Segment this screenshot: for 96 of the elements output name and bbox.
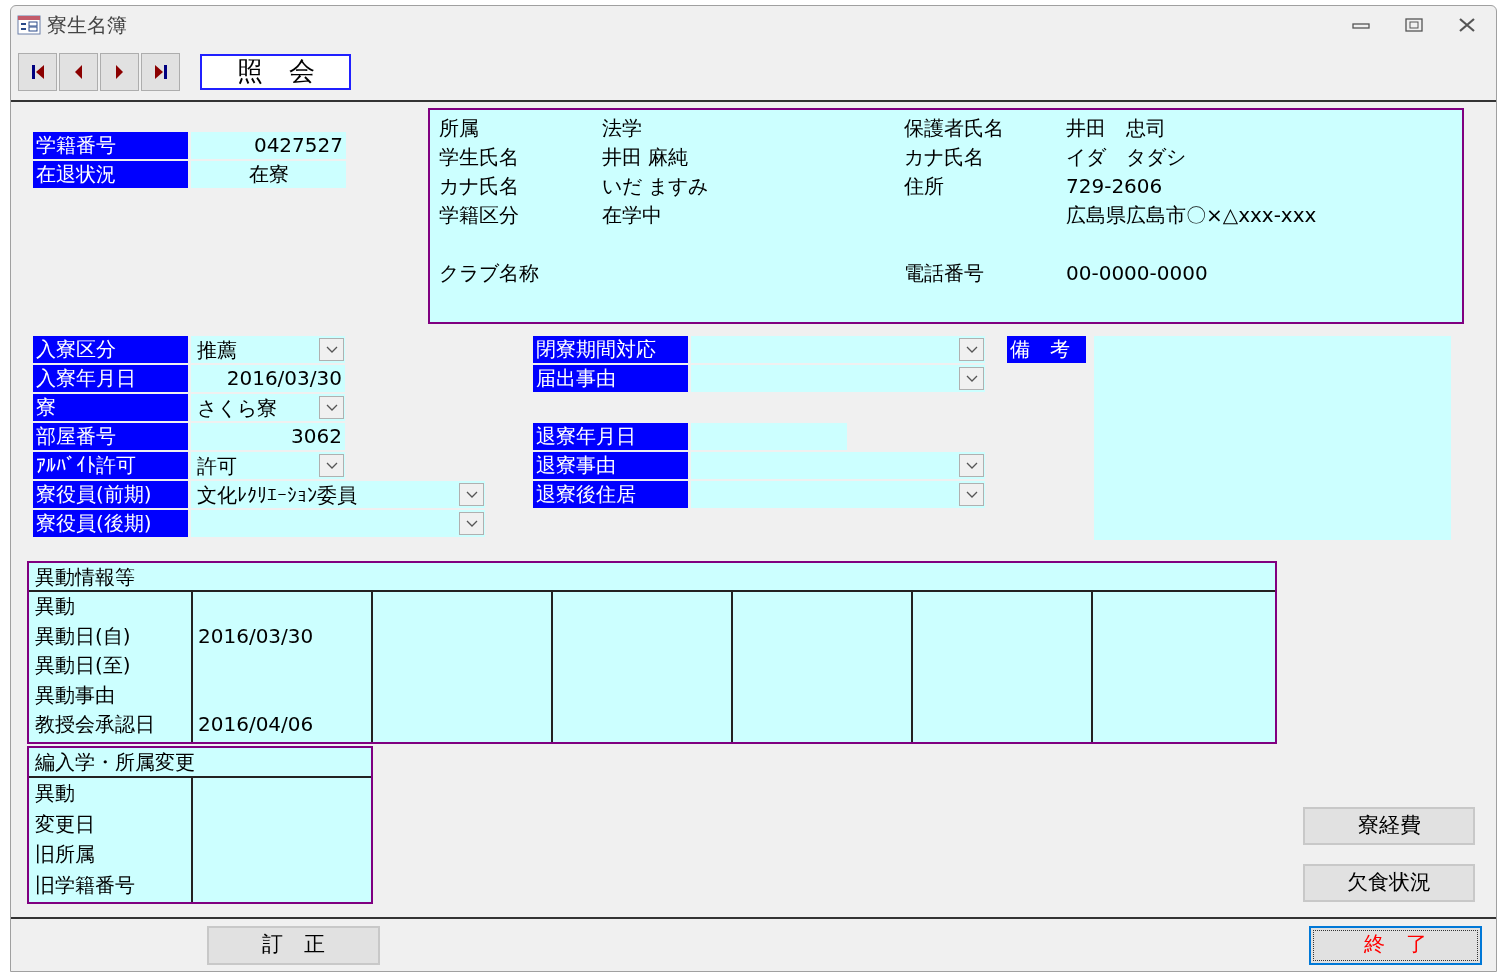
dropdown-field[interactable] <box>691 365 985 392</box>
info-value: いだ ますみ <box>602 174 709 198</box>
info-value: 井田 忠司 <box>1066 116 1166 140</box>
dropdown-button[interactable] <box>319 454 344 477</box>
chevron-down-icon <box>965 346 978 353</box>
dropdown-field[interactable] <box>691 452 985 479</box>
dropdown-field[interactable] <box>191 510 485 537</box>
field-label: 退寮事由 <box>533 452 688 479</box>
dropdown-button[interactable] <box>319 338 344 361</box>
table-title: 編入学・所属変更 <box>29 748 371 778</box>
info-label: 学生氏名 <box>439 145 519 169</box>
field-label: 退寮後住居 <box>533 481 688 508</box>
row-label: 異動 <box>35 593 76 620</box>
info-label: 学籍区分 <box>439 203 519 227</box>
info-value: 729-2606 <box>1066 174 1163 198</box>
row-label: 旧所属 <box>35 841 96 868</box>
info-value: 00-0000-0000 <box>1066 261 1208 285</box>
field-label: 寮役員(後期) <box>33 510 188 537</box>
field-label: 届出事由 <box>533 365 688 392</box>
first-record-icon <box>30 64 45 80</box>
table-cell: 2016/04/06 <box>198 712 314 736</box>
remarks-field[interactable] <box>1094 336 1451 540</box>
dropdown-button[interactable] <box>959 483 984 506</box>
field-label: 入寮区分 <box>33 336 188 363</box>
field-label: 寮 <box>33 394 188 421</box>
row-label: 旧学籍番号 <box>35 871 136 899</box>
row-label: 教授会承認日 <box>35 711 156 738</box>
info-label: カナ氏名 <box>904 145 984 169</box>
close-icon[interactable] <box>1458 18 1476 32</box>
dropdown-field[interactable] <box>691 336 985 363</box>
chevron-down-icon <box>965 491 978 498</box>
dropdown-button[interactable] <box>319 396 344 419</box>
text-field[interactable]: 在寮 <box>191 161 346 188</box>
chevron-down-icon <box>325 346 338 353</box>
field-label: 退寮年月日 <box>533 423 688 450</box>
text-field[interactable]: 0427527 <box>191 132 346 159</box>
window-title: 寮生名簿 <box>47 12 127 39</box>
last-record-icon <box>153 64 168 80</box>
row-label: 異動日(至) <box>35 652 132 679</box>
dropdown-field[interactable]: さくら寮 <box>191 394 345 421</box>
next-record-icon <box>115 64 124 80</box>
row-label: 変更日 <box>35 810 96 838</box>
field-label: 部屋番号 <box>33 423 188 450</box>
dropdown-button[interactable] <box>959 338 984 361</box>
info-label: 電話番号 <box>904 261 984 285</box>
chevron-down-icon <box>465 520 478 527</box>
table-title: 異動情報等 <box>29 563 1275 592</box>
info-value: 法学 <box>602 116 642 140</box>
dropdown-field[interactable] <box>691 481 985 508</box>
info-label: カナ氏名 <box>439 174 519 198</box>
dropdown-field[interactable]: 文化ﾚｸﾘｴｰｼｮﾝ委員 <box>191 481 485 508</box>
dropdown-button[interactable] <box>959 367 984 390</box>
row-label: 異動 <box>35 780 76 807</box>
info-label: 保護者氏名 <box>904 116 1004 140</box>
dropdown-field[interactable]: 許可 <box>191 452 345 479</box>
info-value: イダ タダシ <box>1066 145 1186 169</box>
field-label: 備 考 <box>1007 336 1086 363</box>
info-value: 在学中 <box>602 203 662 227</box>
dropdown-button[interactable] <box>959 454 984 477</box>
field-label: ｱﾙﾊﾞｲﾄ許可 <box>33 452 188 479</box>
chevron-down-icon <box>325 462 338 469</box>
text-field[interactable]: 2016/03/30 <box>191 365 345 392</box>
chevron-down-icon <box>325 404 338 411</box>
previous-record-icon <box>74 64 83 80</box>
field-label: 在退状況 <box>33 161 188 188</box>
text-field[interactable]: 3062 <box>191 423 345 450</box>
field-label: 閉寮期間対応 <box>533 336 688 363</box>
table-cell: 2016/03/30 <box>198 623 314 648</box>
chevron-down-icon <box>965 462 978 469</box>
restore-icon[interactable] <box>1405 18 1423 32</box>
action-button[interactable]: 欠食状況 <box>1303 864 1475 902</box>
chevron-down-icon <box>965 375 978 382</box>
form-icon <box>17 15 41 35</box>
action-button[interactable]: 寮経費 <box>1303 807 1475 845</box>
navigation-button[interactable] <box>141 53 180 91</box>
dropdown-button[interactable] <box>459 512 484 535</box>
navigation-button[interactable] <box>59 53 98 91</box>
footer-button[interactable]: 訂 正 <box>207 925 380 965</box>
info-value: 広島県広島市〇×△xxx-xxx <box>1066 203 1317 227</box>
minimize-icon[interactable] <box>1352 20 1370 30</box>
field-label: 入寮年月日 <box>33 365 188 392</box>
navigation-button[interactable] <box>100 53 139 91</box>
dropdown-button[interactable] <box>459 483 484 506</box>
dropdown-field[interactable]: 推薦 <box>191 336 345 363</box>
info-value: 井田 麻純 <box>602 145 689 169</box>
info-label: 所属 <box>439 116 479 140</box>
info-label: クラブ名称 <box>439 261 539 285</box>
field-label: 寮役員(前期) <box>33 481 188 508</box>
row-label: 異動日(自) <box>35 622 132 650</box>
text-field[interactable] <box>691 423 847 450</box>
chevron-down-icon <box>465 491 478 498</box>
field-label: 学籍番号 <box>33 132 188 159</box>
row-label: 異動事由 <box>35 681 116 709</box>
mode-label: 照 会 <box>200 54 351 90</box>
navigation-button[interactable] <box>18 53 57 91</box>
info-label: 住所 <box>904 174 944 198</box>
